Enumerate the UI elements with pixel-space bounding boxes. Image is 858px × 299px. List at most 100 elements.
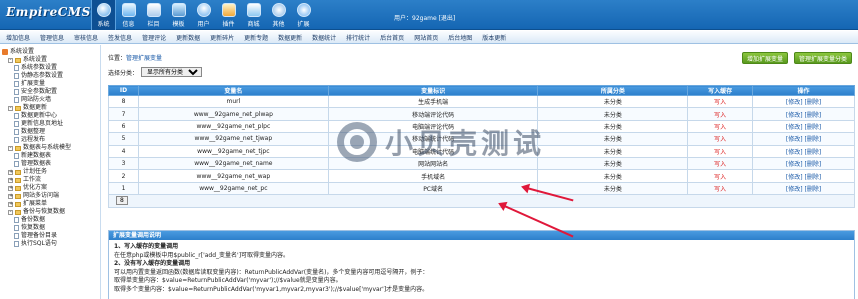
- expand-toggle-icon[interactable]: +: [8, 185, 13, 191]
- edit-link[interactable]: [修改]: [786, 124, 803, 131]
- expand-toggle-icon[interactable]: -: [8, 105, 13, 111]
- sidebar-item[interactable]: - 系统设置: [2, 56, 98, 64]
- submenu-item[interactable]: 更新数据: [176, 33, 200, 42]
- sidebar-item[interactable]: + 网站多访问端: [2, 192, 98, 200]
- delete-link[interactable]: [删除]: [805, 149, 822, 156]
- breadcrumb-link[interactable]: 管理扩展变量: [126, 55, 162, 62]
- manage-class-button[interactable]: 管理扩展变量分类: [793, 52, 852, 64]
- shop-icon: [246, 2, 261, 17]
- expand-toggle-icon[interactable]: +: [8, 201, 13, 207]
- row-id: 6: [108, 119, 139, 134]
- submenu-item[interactable]: 管理评论: [142, 33, 166, 42]
- submenu-item[interactable]: 排行统计: [346, 33, 370, 42]
- sidebar-item[interactable]: 管理数据表: [2, 160, 98, 168]
- expand-toggle-icon[interactable]: -: [8, 145, 13, 151]
- sidebar-item-label: 伪静态参数设置: [21, 72, 64, 79]
- submenu-item[interactable]: 后台地图: [448, 33, 472, 42]
- sidebar-item-label: 安全参数配置: [21, 88, 58, 95]
- submenu-item[interactable]: 管理信息: [40, 33, 64, 42]
- sidebar-item[interactable]: - 备份与恢复数据: [2, 208, 98, 216]
- sidebar-item[interactable]: 更新信息页地址: [2, 120, 98, 128]
- submenu-item[interactable]: 更新碎片: [210, 33, 234, 42]
- module-label: 模板: [172, 20, 185, 28]
- sidebar-item[interactable]: + 计划任务: [2, 168, 98, 176]
- delete-link[interactable]: [删除]: [805, 112, 822, 119]
- submenu-item[interactable]: 数据统计: [312, 33, 336, 42]
- sidebar-item[interactable]: - 数据更新: [2, 104, 98, 112]
- delete-link[interactable]: [删除]: [805, 186, 822, 193]
- page-number-button[interactable]: 8: [116, 196, 128, 206]
- module-plugin[interactable]: 插件: [216, 0, 241, 30]
- expand-toggle-icon[interactable]: +: [8, 177, 13, 183]
- submenu-item[interactable]: 签发信息: [108, 33, 132, 42]
- submenu-item[interactable]: 网站首页: [414, 33, 438, 42]
- expand-toggle-icon[interactable]: -: [8, 209, 13, 215]
- module-extend[interactable]: 扩展: [291, 0, 316, 30]
- logout-link[interactable]: [退出]: [439, 15, 456, 22]
- sidebar-item[interactable]: 远程发布: [2, 136, 98, 144]
- module-shop[interactable]: 商城: [241, 0, 266, 30]
- module-template[interactable]: 模板: [166, 0, 191, 30]
- row-class: 未分类: [537, 107, 689, 121]
- module-info[interactable]: 信息: [116, 0, 141, 30]
- sidebar-item[interactable]: + 工作流: [2, 176, 98, 184]
- row-cache: 写入: [687, 119, 754, 134]
- sidebar-item[interactable]: 新建数据表: [2, 152, 98, 160]
- row-cache: 写入: [687, 181, 754, 196]
- delete-link[interactable]: [删除]: [805, 124, 822, 131]
- submenu-item[interactable]: 后台首页: [380, 33, 404, 42]
- row-var-name: www__92game_net_plpc: [137, 119, 329, 134]
- delete-link[interactable]: [删除]: [805, 161, 822, 168]
- sidebar-item[interactable]: 备份数据: [2, 216, 98, 224]
- row-var-name: www__92game_net_name: [137, 156, 329, 171]
- edit-link[interactable]: [修改]: [786, 161, 803, 168]
- submenu-item[interactable]: 版本更新: [482, 33, 506, 42]
- expand-toggle-icon[interactable]: +: [8, 169, 13, 175]
- submenu-item[interactable]: 数据更新: [278, 33, 302, 42]
- module-other[interactable]: 其他: [266, 0, 291, 30]
- module-label: 用户: [197, 20, 210, 28]
- edit-link[interactable]: [修改]: [786, 149, 803, 156]
- row-id: 1: [108, 181, 139, 196]
- sidebar-item[interactable]: 系统设置: [2, 48, 98, 56]
- user-label: 用户：: [394, 15, 413, 22]
- sidebar-item[interactable]: - 数据表与系统模型: [2, 144, 98, 152]
- sidebar-item[interactable]: + 优化方案: [2, 184, 98, 192]
- folder-icon: [15, 201, 21, 207]
- extend-icon: [296, 2, 311, 17]
- sidebar-item[interactable]: + 扩展菜单: [2, 200, 98, 208]
- submenu-item[interactable]: 增加信息: [6, 33, 30, 42]
- sidebar-item[interactable]: 安全参数配置: [2, 88, 98, 96]
- expand-toggle-icon[interactable]: +: [8, 193, 13, 199]
- edit-link[interactable]: [修改]: [786, 136, 803, 143]
- row-id: 3: [108, 156, 139, 171]
- sidebar-item[interactable]: 执行SQL语句: [2, 240, 98, 248]
- module-user[interactable]: 用户: [191, 0, 216, 30]
- sidebar-item[interactable]: 扩展变量: [2, 80, 98, 88]
- expand-toggle-icon[interactable]: -: [8, 57, 13, 63]
- edit-link[interactable]: [修改]: [786, 99, 803, 106]
- sidebar-item[interactable]: 伪静态参数设置: [2, 72, 98, 80]
- folder-icon: [15, 193, 21, 199]
- sidebar-item[interactable]: 数据更新中心: [2, 112, 98, 120]
- submenu-item[interactable]: 更新专题: [244, 33, 268, 42]
- row-cache: 写入: [687, 132, 754, 146]
- edit-link[interactable]: [修改]: [786, 186, 803, 193]
- add-variable-button[interactable]: 增加扩展变量: [741, 52, 788, 64]
- edit-link[interactable]: [修改]: [786, 174, 803, 181]
- edit-link[interactable]: [修改]: [786, 112, 803, 119]
- sidebar-item[interactable]: 恢复数据: [2, 224, 98, 232]
- class-select[interactable]: 显示所有分类: [141, 67, 203, 77]
- delete-link[interactable]: [删除]: [805, 174, 822, 181]
- module-column[interactable]: 栏目: [141, 0, 166, 30]
- module-system[interactable]: 系统: [91, 0, 116, 30]
- sidebar-item[interactable]: 数据整理: [2, 128, 98, 136]
- sidebar-item[interactable]: 管理备份目录: [2, 232, 98, 240]
- delete-link[interactable]: [删除]: [805, 136, 822, 143]
- sidebar-item-label: 优化方案: [23, 184, 48, 191]
- sidebar-item[interactable]: 系统参数设置: [2, 64, 98, 72]
- sidebar-item[interactable]: 网站防火墙: [2, 96, 98, 104]
- row-id: 5: [108, 132, 139, 146]
- delete-link[interactable]: [删除]: [805, 99, 822, 106]
- submenu-item[interactable]: 审核信息: [74, 33, 98, 42]
